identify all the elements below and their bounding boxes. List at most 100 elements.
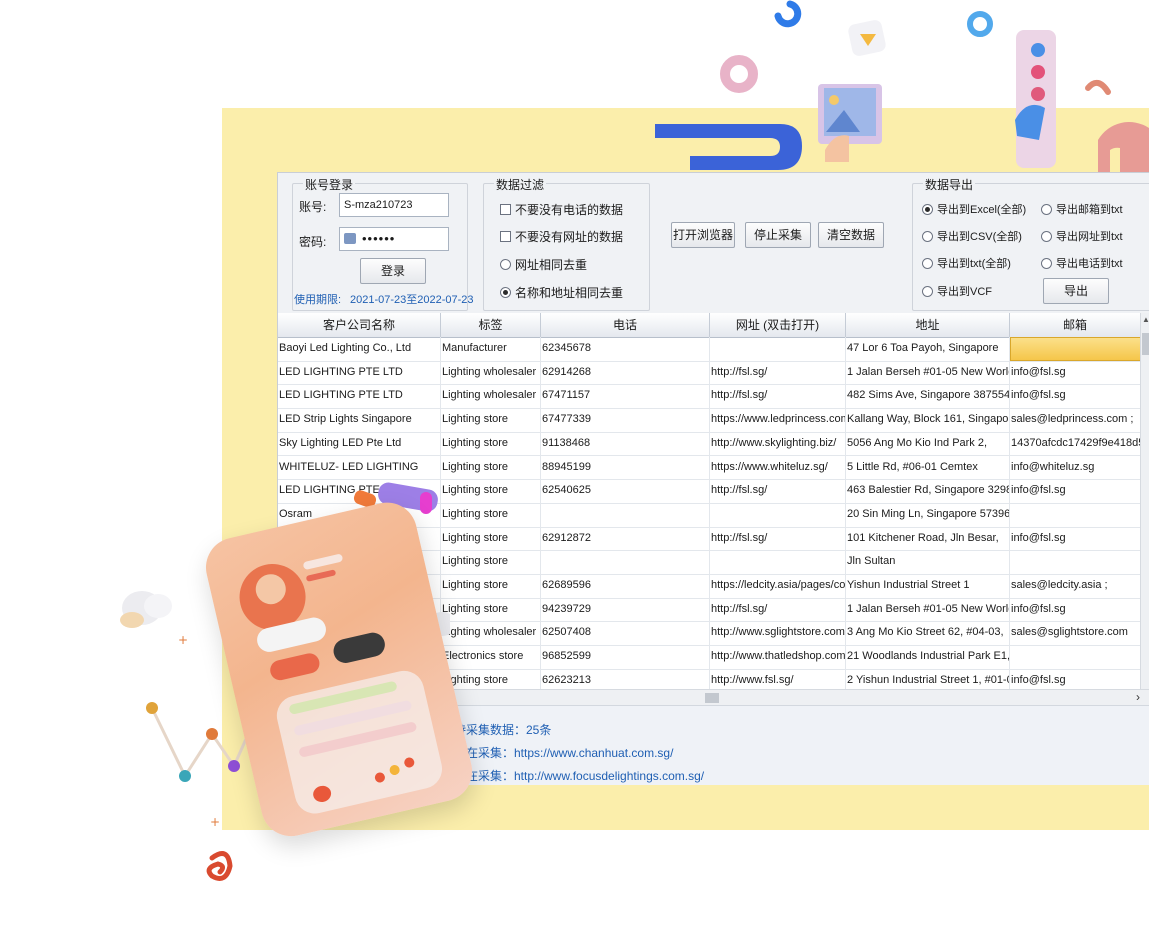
export-vcf-radio[interactable]: 导出到VCF (922, 283, 992, 299)
export-csv-radio[interactable]: 导出到CSV(全部) (922, 228, 1022, 244)
table-cell[interactable]: http://fsl.sg/ (710, 384, 846, 409)
vertical-scrollbar[interactable]: ▲ (1140, 313, 1149, 689)
column-header-tag[interactable]: 标签 (441, 313, 541, 337)
table-cell[interactable]: 482 Sims Ave, Singapore 387554 (846, 384, 1010, 409)
table-cell[interactable]: info@fsl.sg (1010, 360, 1141, 385)
table-row[interactable]: LED LIGHTING PTE LTD Lighting wholesaler 6… (278, 360, 1141, 386)
table-cell[interactable]: Lighting store (441, 597, 541, 622)
table-cell[interactable]: LED LIGHTING PTE LTD (278, 360, 441, 385)
table-cell[interactable]: Lighting store (441, 431, 541, 456)
table-cell[interactable]: Baoyi Led Lighting Co., Ltd (278, 337, 441, 361)
table-cell[interactable]: Lighting store (441, 455, 541, 480)
table-cell[interactable]: Lighting wholesaler (441, 621, 541, 646)
table-cell[interactable]: Sky Lighting LED Pte Ltd (278, 431, 441, 456)
table-cell[interactable]: 20 Sin Ming Ln, Singapore 573968 (846, 502, 1010, 527)
column-header-website[interactable]: 网址 (双击打开) (710, 313, 846, 337)
table-cell[interactable] (1010, 550, 1141, 574)
table-cell[interactable]: Lighting store (441, 526, 541, 551)
scroll-up-arrow-icon[interactable]: ▲ (1142, 315, 1149, 324)
table-cell[interactable]: Electronics store (441, 645, 541, 669)
table-cell[interactable]: sales@ledcity.asia ; (1010, 574, 1141, 598)
filter-dedupe-url-radio[interactable]: 网址相同去重 (500, 256, 587, 273)
table-cell[interactable]: info@fsl.sg (1010, 526, 1141, 551)
open-browser-button[interactable]: 打开浏览器 (671, 222, 735, 248)
table-cell[interactable]: Lighting wholesaler (441, 384, 541, 409)
table-cell[interactable] (541, 550, 710, 574)
table-cell[interactable]: 62912872 (541, 526, 710, 551)
table-cell[interactable]: 62914268 (541, 360, 710, 385)
table-cell[interactable]: 96852599 (541, 645, 710, 669)
table-cell[interactable]: 21 Woodlands Industrial Park E1, (846, 645, 1010, 669)
table-cell[interactable]: 62623213 (541, 668, 710, 689)
table-cell[interactable]: Lighting wholesaler (441, 360, 541, 385)
export-url-txt-radio[interactable]: 导出网址到txt (1041, 228, 1123, 244)
table-cell[interactable]: http://fsl.sg/ (710, 597, 846, 622)
filter-no-phone-checkbox[interactable]: 不要没有电话的数据 (500, 201, 623, 218)
table-cell[interactable]: 1 Jalan Berseh #01-05 New World (846, 360, 1010, 385)
export-txt-radio[interactable]: 导出到txt(全部) (922, 255, 1011, 271)
table-cell[interactable]: 94239729 (541, 597, 710, 622)
table-cell[interactable]: Lighting store (441, 550, 541, 574)
table-cell[interactable] (1010, 337, 1141, 361)
password-field[interactable]: •••••• (339, 227, 449, 251)
table-cell[interactable]: Lighting store (441, 574, 541, 598)
table-cell[interactable] (541, 502, 710, 527)
horizontal-scroll-thumb[interactable] (705, 693, 719, 703)
table-cell[interactable]: LED Strip Lights Singapore (278, 408, 441, 432)
table-cell[interactable]: Lighting store (441, 408, 541, 432)
table-cell[interactable]: http://www.skylighting.biz/ (710, 431, 846, 456)
table-cell[interactable]: https://www.ledprincess.com (710, 408, 846, 432)
table-cell[interactable]: 88945199 (541, 455, 710, 480)
column-header-email[interactable]: 邮箱 (1010, 313, 1141, 337)
table-row[interactable]: LED LIGHTING PTE LTD Lighting wholesaler 6… (278, 384, 1141, 410)
table-cell[interactable]: http://www.fsl.sg/ (710, 668, 846, 689)
table-cell[interactable]: http://fsl.sg/ (710, 479, 846, 503)
table-row[interactable]: LED Strip Lights Singapore Lighting store… (278, 408, 1141, 433)
export-email-txt-radio[interactable]: 导出邮箱到txt (1041, 201, 1123, 217)
vertical-scroll-thumb[interactable] (1142, 333, 1149, 355)
table-cell[interactable]: 101 Kitchener Road, Jln Besar, (846, 526, 1010, 551)
table-cell[interactable]: 62507408 (541, 621, 710, 646)
table-cell[interactable]: http://fsl.sg/ (710, 526, 846, 551)
column-header-address[interactable]: 地址 (846, 313, 1010, 337)
table-cell[interactable]: LED LIGHTING PTE LTD (278, 384, 441, 409)
table-cell[interactable]: 62345678 (541, 337, 710, 361)
table-cell[interactable]: https://www.whiteluz.sg/ (710, 455, 846, 480)
table-cell[interactable]: 67471157 (541, 384, 710, 409)
table-cell[interactable] (710, 550, 846, 574)
table-cell[interactable]: Jln Sultan (846, 550, 1010, 574)
column-header-phone[interactable]: 电话 (541, 313, 710, 337)
table-cell[interactable]: http://fsl.sg/ (710, 360, 846, 385)
export-excel-radio[interactable]: 导出到Excel(全部) (922, 201, 1026, 217)
table-cell[interactable]: 5 Little Rd, #06-01 Cemtex (846, 455, 1010, 480)
table-cell[interactable]: 67477339 (541, 408, 710, 432)
table-cell[interactable]: 14370afcdc17429f9e418d5ffl (1010, 431, 1141, 456)
table-cell[interactable]: 62540625 (541, 479, 710, 503)
table-cell[interactable]: WHITELUZ- LED LIGHTING (278, 455, 441, 480)
table-row[interactable]: WHITELUZ- LED LIGHTING Lighting store 8894… (278, 455, 1141, 481)
table-cell[interactable]: 91138468 (541, 431, 710, 456)
table-cell[interactable]: Kallang Way, Block 161, Singapore (846, 408, 1010, 432)
table-cell[interactable]: 463 Balestier Rd, Singapore 329838 (846, 479, 1010, 503)
table-cell[interactable]: 62689596 (541, 574, 710, 598)
table-row[interactable]: Baoyi Led Lighting Co., Ltd Manufacturer 6… (278, 337, 1141, 362)
table-cell[interactable] (710, 337, 846, 361)
table-cell[interactable]: sales@ledprincess.com ; (1010, 408, 1141, 432)
account-field[interactable]: S-mza210723 (339, 193, 449, 217)
table-cell[interactable]: Lighting store (441, 502, 541, 527)
table-cell[interactable]: 3 Ang Mo Kio Street 62, #04-03, (846, 621, 1010, 646)
filter-no-website-checkbox[interactable]: 不要没有网址的数据 (500, 228, 623, 245)
column-header-company[interactable]: 客户公司名称 (278, 313, 441, 337)
table-cell[interactable]: http://www.sglightstore.com/ (710, 621, 846, 646)
stop-collect-button[interactable]: 停止采集 (745, 222, 811, 248)
clear-data-button[interactable]: 清空数据 (818, 222, 884, 248)
table-cell[interactable]: 5056 Ang Mo Kio Ind Park 2, (846, 431, 1010, 456)
export-phone-txt-radio[interactable]: 导出电话到txt (1041, 255, 1123, 271)
login-button[interactable]: 登录 (360, 258, 426, 284)
table-cell[interactable]: 1 Jalan Berseh #01-05 New World (846, 597, 1010, 622)
table-cell[interactable]: info@fsl.sg (1010, 479, 1141, 503)
table-cell[interactable] (710, 502, 846, 527)
table-cell[interactable]: 2 Yishun Industrial Street 1, #01-04 (846, 668, 1010, 689)
table-row[interactable]: Sky Lighting LED Pte Ltd Lighting store 91… (278, 431, 1141, 457)
table-cell[interactable]: https://ledcity.asia/pages/co (710, 574, 846, 598)
